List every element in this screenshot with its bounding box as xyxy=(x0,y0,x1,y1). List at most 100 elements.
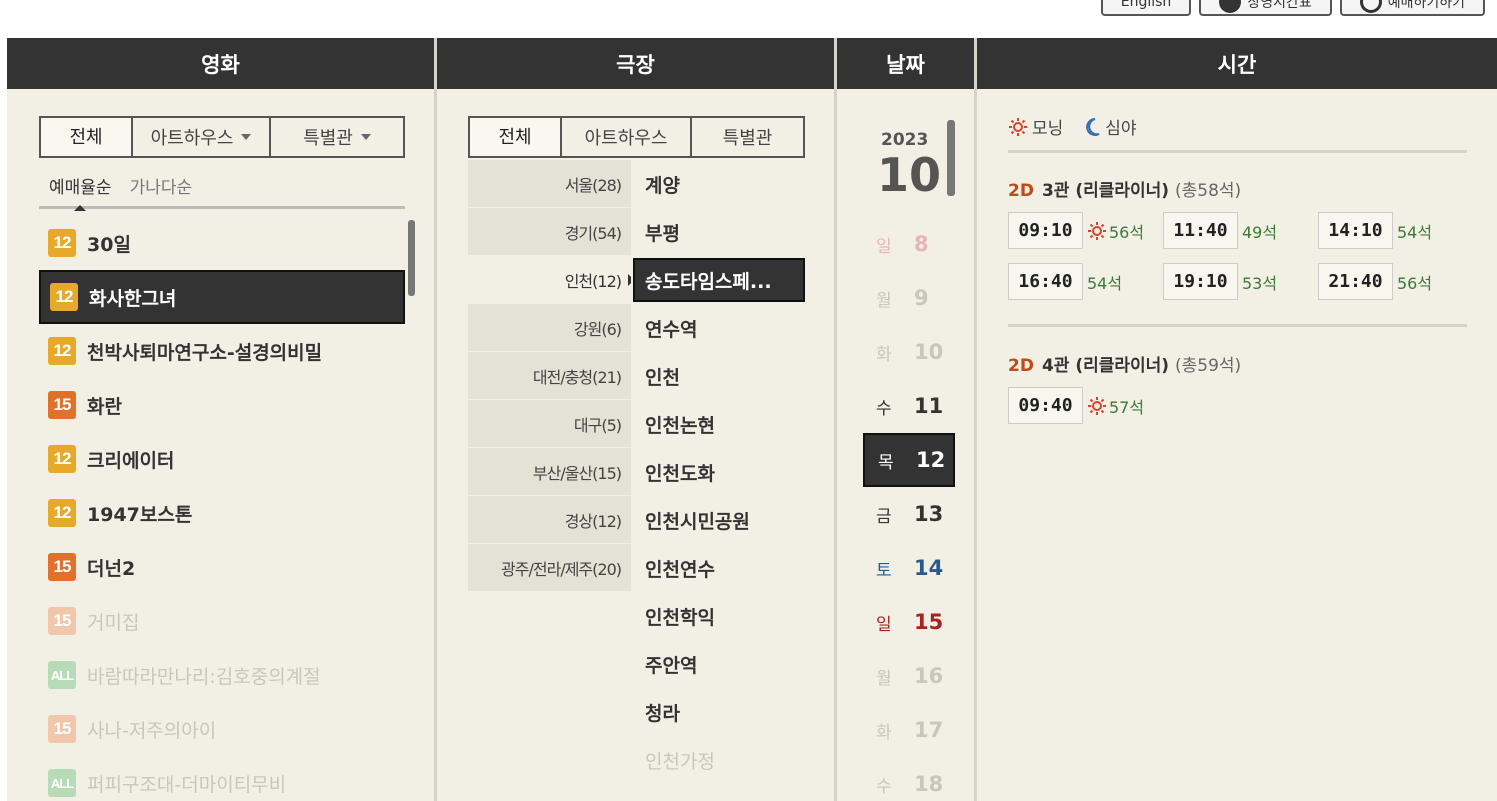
day-number: 17 xyxy=(914,718,944,742)
showtime[interactable]: 09:40 57석 xyxy=(1008,387,1163,424)
date-item[interactable]: 수 18 xyxy=(863,757,955,801)
movie-item[interactable]: 15 사나-저주의아이 xyxy=(39,702,405,756)
movie-item[interactable]: 15 더넌2 xyxy=(39,540,405,594)
movie-title: 화사한그녀 xyxy=(89,287,177,310)
seats-remaining: 53석 xyxy=(1242,270,1277,294)
showtime-button[interactable]: 16:40 xyxy=(1008,263,1083,300)
movie-tab[interactable]: 전체 xyxy=(41,116,131,156)
date-item[interactable]: 금 13 xyxy=(863,487,955,541)
showtime-button[interactable]: 09:40 xyxy=(1008,387,1083,424)
year-label: 2023 xyxy=(881,130,929,150)
movie-item[interactable]: 12 천박사퇴마연구소-설경의비밀 xyxy=(39,324,405,378)
hall-name: 3관 (리클라이너) xyxy=(1041,181,1175,201)
theater-item[interactable]: 송도타임스페... xyxy=(631,256,807,304)
seats-count: 54석 xyxy=(1397,222,1433,242)
date-item[interactable]: 토 14 xyxy=(863,541,955,595)
region-item[interactable]: 서울(28) xyxy=(468,160,631,208)
theater-item[interactable]: 인천학익 xyxy=(635,592,805,640)
weekday-label: 일 xyxy=(876,236,892,257)
movie-title: 더넌2 xyxy=(87,557,136,580)
sort-tab[interactable]: 가나다순 xyxy=(130,173,193,198)
movie-tab-label: 전체 xyxy=(69,127,103,148)
theater-item[interactable]: 인천논현 xyxy=(635,400,805,448)
rating-badge: 12 xyxy=(48,499,76,527)
theater-item[interactable]: 청라 xyxy=(635,688,805,736)
movie-tab[interactable]: 아트하우스 xyxy=(131,116,269,156)
theater-item[interactable]: 인천 xyxy=(635,352,805,400)
showtime[interactable]: 14:10 54석 xyxy=(1318,212,1473,249)
theater-item[interactable]: 주안역 xyxy=(635,640,805,688)
theater-tab[interactable]: 전체 xyxy=(470,116,560,156)
date-scrollbar[interactable] xyxy=(947,120,955,196)
region-item[interactable]: 부산/울산(15) xyxy=(468,448,631,496)
rating-badge: 15 xyxy=(48,391,76,419)
theater-item[interactable]: 계양 xyxy=(635,160,805,208)
movie-item[interactable]: 12 화사한그녀 xyxy=(39,270,405,324)
date-item[interactable]: 수 11 xyxy=(863,379,955,433)
theater-tab[interactable]: 아트하우스 xyxy=(560,116,690,156)
showtime[interactable]: 19:10 53석 xyxy=(1163,263,1318,300)
movie-item[interactable]: 12 1947보스톤 xyxy=(39,486,405,540)
seats-count: 49석 xyxy=(1242,222,1278,242)
date-item[interactable]: 월 16 xyxy=(863,649,955,703)
theater-column: 극장 전체 아트하우스 특별관 서울(28) 경기(54) 인천(12) 강원(6) 대전/… xyxy=(437,38,837,801)
theater-item[interactable]: 인천도화 xyxy=(635,448,805,496)
schedule-button[interactable]: 상영시간표 xyxy=(1199,0,1332,16)
date-item[interactable]: 화 10 xyxy=(863,325,955,379)
region-item[interactable]: 경상(12) xyxy=(468,496,631,544)
weekday-label: 월 xyxy=(876,668,892,689)
showtime-button[interactable]: 11:40 xyxy=(1163,212,1238,249)
format-label: 2D xyxy=(1008,181,1034,201)
weekday-label: 월 xyxy=(876,290,892,311)
booking-panel: 영화 전체 아트하우스 특별관 예매율순 가나다순 12 30일 12 화사한그녀 12 천박사… xyxy=(7,38,1497,801)
theater-item[interactable]: 인천시민공원 xyxy=(635,496,805,544)
seats-remaining: 54석 xyxy=(1397,219,1432,243)
weekday-label: 목 xyxy=(878,452,894,473)
movie-item[interactable]: 15 거미집 xyxy=(39,594,405,648)
movie-tab-label: 특별관 xyxy=(303,128,353,149)
region-item[interactable]: 인천(12) xyxy=(468,256,634,304)
rating-badge: 12 xyxy=(48,229,76,257)
region-item[interactable]: 대구(5) xyxy=(468,400,631,448)
date-item[interactable]: 화 17 xyxy=(863,703,955,757)
weekday-label: 화 xyxy=(876,344,892,365)
showtime-button[interactable]: 21:40 xyxy=(1318,263,1393,300)
showtime-button[interactable]: 19:10 xyxy=(1163,263,1238,300)
region-list: 서울(28) 경기(54) 인천(12) 강원(6) 대전/충청(21) 대구(5) 부산/… xyxy=(468,160,634,592)
sun-icon xyxy=(1087,221,1107,241)
movie-item[interactable]: 12 크리에이터 xyxy=(39,432,405,486)
theater-item[interactable]: 부평 xyxy=(635,208,805,256)
region-item[interactable]: 경기(54) xyxy=(468,208,631,256)
movie-title: 사나-저주의아이 xyxy=(87,719,217,742)
date-item[interactable]: 일8 xyxy=(863,217,955,271)
date-item[interactable]: 일 15 xyxy=(863,595,955,649)
movie-item[interactable]: ALL 바람따라만나리:김호중의계절 xyxy=(39,648,405,702)
movie-item[interactable]: ALL 퍼피구조대-더마이티무비 xyxy=(39,756,405,801)
theater-item[interactable]: 인천연수 xyxy=(635,544,805,592)
region-item[interactable]: 광주/전라/제주(20) xyxy=(468,544,631,592)
showtime[interactable]: 11:40 49석 xyxy=(1163,212,1318,249)
region-item[interactable]: 대전/충청(21) xyxy=(468,352,631,400)
date-item[interactable]: 목 12 xyxy=(861,431,957,489)
region-item[interactable]: 강원(6) xyxy=(468,304,631,352)
theater-item[interactable]: 인천가정 xyxy=(635,736,805,784)
sort-tab[interactable]: 예매율순 xyxy=(49,173,112,211)
movie-item[interactable]: 15 화란 xyxy=(39,378,405,432)
theater-tab[interactable]: 특별관 xyxy=(690,116,803,156)
showtime[interactable]: 21:40 56석 xyxy=(1318,263,1473,300)
hall-seats: (총59석) xyxy=(1175,356,1242,376)
seats-remaining: 57석 xyxy=(1087,394,1144,418)
reset-button[interactable]: 예매하기하기 xyxy=(1339,0,1485,16)
movie-scrollbar[interactable] xyxy=(408,220,415,296)
english-label: English xyxy=(1120,0,1172,10)
movie-tab[interactable]: 특별관 xyxy=(269,116,403,156)
showtime[interactable]: 16:40 54석 xyxy=(1008,263,1163,300)
showtime-button[interactable]: 09:10 xyxy=(1008,212,1083,249)
showtime[interactable]: 09:10 56석 xyxy=(1008,212,1163,249)
english-button[interactable]: English xyxy=(1100,0,1192,16)
movie-item[interactable]: 12 30일 xyxy=(39,216,405,270)
date-item[interactable]: 월9 xyxy=(863,271,955,325)
showtime-button[interactable]: 14:10 xyxy=(1318,212,1393,249)
theater-item[interactable]: 연수역 xyxy=(635,304,805,352)
rating-badge: 15 xyxy=(48,607,76,635)
